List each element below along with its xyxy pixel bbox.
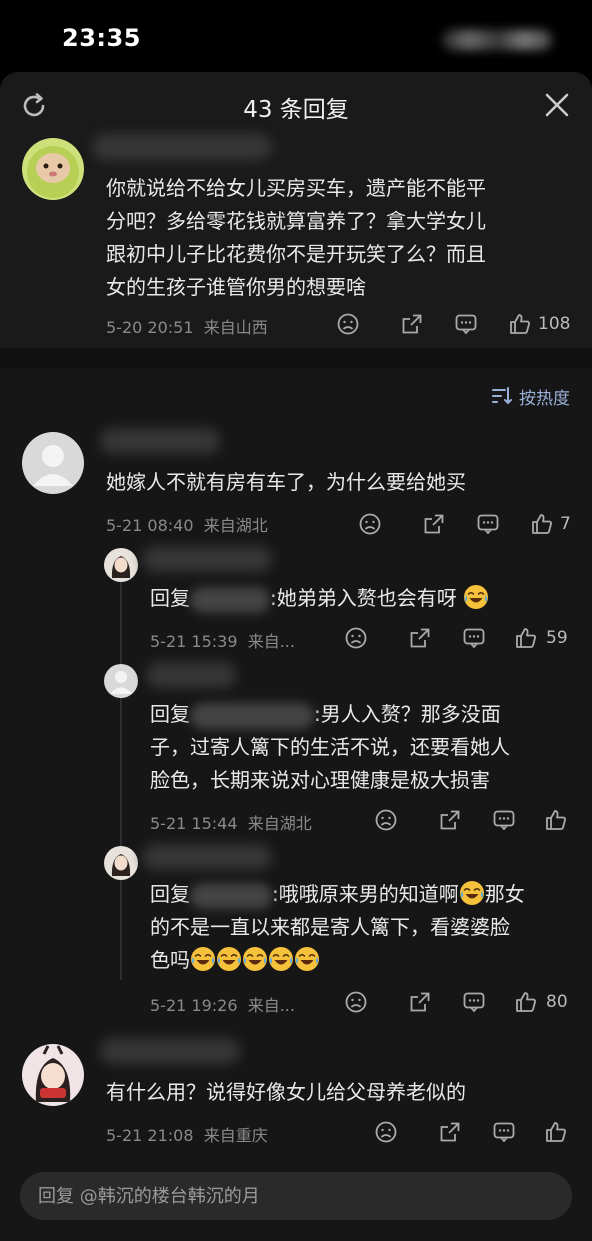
sort-icon xyxy=(492,387,512,405)
dislike-icon[interactable] xyxy=(336,312,360,336)
reply-input-bar[interactable] xyxy=(20,1172,572,1220)
comment-meta: 5-21 15:44 来自湖北 xyxy=(150,814,312,833)
divider xyxy=(0,348,592,368)
close-icon[interactable] xyxy=(542,90,572,120)
comment-icon[interactable] xyxy=(454,312,478,336)
replies-panel: 43 条回复 你就说给不给女儿买房买车，遗产能不能平 分吧？多给零花钱就算富养了… xyxy=(0,72,592,1241)
share-icon[interactable] xyxy=(408,990,432,1014)
username-hidden xyxy=(190,586,270,613)
avatar[interactable] xyxy=(22,138,84,200)
reply-text: 回复:哦哦原来男的知道啊 那女 的不是一直以来都是寄人篱下，看婆婆脸 色吗 xyxy=(150,880,525,972)
comment-icon[interactable] xyxy=(462,626,486,650)
thumbs-up-icon[interactable] xyxy=(544,1120,568,1144)
username-hidden xyxy=(100,428,220,454)
dislike-icon[interactable] xyxy=(374,808,398,832)
comment-icon[interactable] xyxy=(492,1120,516,1144)
dislike-icon[interactable] xyxy=(374,1120,398,1144)
thumbs-up-icon[interactable] xyxy=(514,626,538,650)
status-icons xyxy=(442,28,552,52)
username-hidden xyxy=(190,882,272,909)
username-hidden xyxy=(142,546,272,572)
comment-icon[interactable] xyxy=(462,990,486,1014)
status-time: 23:35 xyxy=(62,24,141,52)
laughing-tears-emoji xyxy=(294,946,320,972)
avatar[interactable] xyxy=(22,432,84,494)
avatar[interactable] xyxy=(104,846,138,880)
sort-button[interactable]: 按热度 xyxy=(491,384,570,409)
comment-meta: 5-21 21:08 来自重庆 xyxy=(106,1126,268,1145)
like-count: 108 xyxy=(538,314,571,334)
share-icon[interactable] xyxy=(422,512,446,536)
comment-icon[interactable] xyxy=(476,512,500,536)
like-count: 7 xyxy=(560,514,571,534)
share-icon[interactable] xyxy=(400,312,424,336)
comment-text: 有什么用？说得好像女儿给父母养老似的 xyxy=(106,1080,466,1104)
thumbs-up-icon[interactable] xyxy=(530,512,554,536)
comment-text: 你就说给不给女儿买房买车，遗产能不能平 分吧？多给零花钱就算富养了？拿大学女儿 … xyxy=(106,176,486,299)
username-hidden xyxy=(92,134,272,160)
share-icon[interactable] xyxy=(408,626,432,650)
reply-input[interactable] xyxy=(38,1172,558,1220)
reply-text: 回复:她弟弟入赘也会有呀 xyxy=(150,582,489,615)
comment-meta: 5-21 08:40 来自湖北 xyxy=(106,516,268,535)
root-comment: 你就说给不给女儿买房买车，遗产能不能平 分吧？多给零花钱就算富养了？拿大学女儿 … xyxy=(0,134,592,348)
share-icon[interactable] xyxy=(438,808,462,832)
laughing-tears-emoji xyxy=(463,584,489,610)
username-hidden xyxy=(100,1038,240,1064)
laughing-tears-emoji xyxy=(190,946,216,972)
avatar[interactable] xyxy=(104,548,138,582)
thumbs-up-icon[interactable] xyxy=(544,808,568,832)
thumbs-up-icon[interactable] xyxy=(514,990,538,1014)
thumbs-up-icon[interactable] xyxy=(508,312,532,336)
page-title: 43 条回复 xyxy=(243,97,349,123)
avatar[interactable] xyxy=(104,664,138,698)
laughing-tears-emoji xyxy=(459,880,485,906)
reply-text: 回复:男人入赘？那多没面 子，过寄人篱下的生活不说，还要看她人 脸色，长期来说对… xyxy=(150,702,510,792)
thread-line xyxy=(120,570,122,980)
username-hidden xyxy=(146,662,236,688)
laughing-tears-emoji xyxy=(216,946,242,972)
avatar[interactable] xyxy=(22,1044,84,1106)
username-hidden xyxy=(142,844,272,870)
dislike-icon[interactable] xyxy=(358,512,382,536)
comment-text: 她嫁人不就有房有车了，为什么要给她买 xyxy=(106,470,466,494)
comment-meta: 5-21 15:39 来自... xyxy=(150,632,295,651)
like-count: 59 xyxy=(546,628,568,648)
panel-header: 43 条回复 xyxy=(0,72,592,138)
comment-meta: 5-21 19:26 来自... xyxy=(150,996,295,1015)
laughing-tears-emoji xyxy=(268,946,294,972)
status-bar: 23:35 xyxy=(0,0,592,72)
username-hidden xyxy=(190,702,314,729)
like-count: 80 xyxy=(546,992,568,1012)
laughing-tears-emoji xyxy=(242,946,268,972)
comment-icon[interactable] xyxy=(492,808,516,832)
comment-meta: 5-20 20:51 来自山西 xyxy=(106,318,268,337)
dislike-icon[interactable] xyxy=(344,626,368,650)
dislike-icon[interactable] xyxy=(344,990,368,1014)
share-icon[interactable] xyxy=(438,1120,462,1144)
